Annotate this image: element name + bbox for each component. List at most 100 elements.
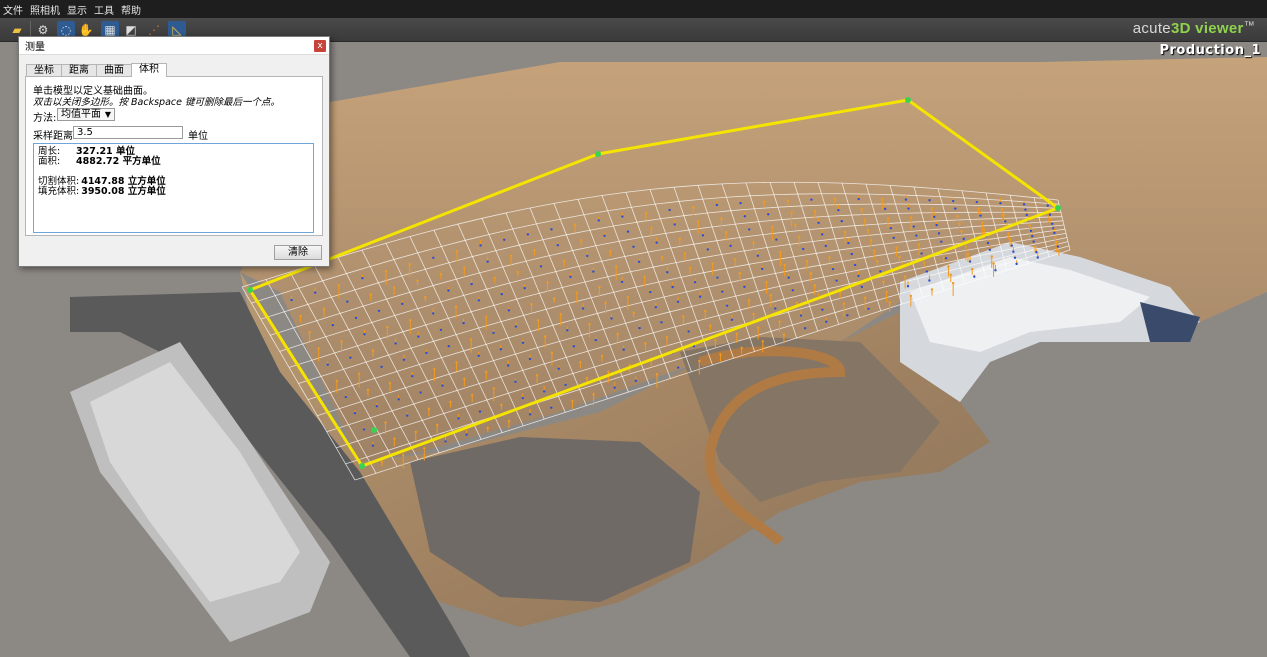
sampling-distance-input[interactable]: 3.5: [73, 126, 183, 139]
sample-point: [1032, 240, 1035, 243]
sample-point: [820, 233, 824, 236]
sample-point: [904, 198, 908, 201]
sample-point: [644, 342, 647, 345]
sample-point: [477, 299, 481, 302]
sample-point: [693, 280, 697, 284]
sample-point: [898, 256, 901, 259]
tab-volume[interactable]: 体积: [131, 63, 167, 77]
sample-point: [424, 295, 427, 299]
sample-point: [756, 254, 760, 257]
sample-point: [743, 215, 747, 218]
sample-point: [872, 249, 876, 252]
sample-point: [411, 374, 414, 378]
sample-point: [543, 335, 547, 338]
sample-point: [752, 241, 755, 244]
sample-point: [308, 331, 311, 334]
sample-point: [719, 353, 722, 356]
polygon-vertex[interactable]: [1055, 205, 1061, 211]
sample-point: [907, 207, 910, 210]
menu-display[interactable]: 显示: [67, 2, 87, 17]
app-brand: acute3D viewer™: [1132, 20, 1255, 37]
sample-point: [572, 345, 576, 348]
sample-point: [607, 370, 610, 373]
sample-point: [853, 263, 857, 267]
sample-point: [912, 225, 915, 228]
sample-point: [930, 207, 934, 210]
sample-point: [817, 221, 820, 224]
polygon-vertex[interactable]: [595, 151, 601, 157]
sample-point: [798, 235, 801, 239]
sample-point: [526, 233, 530, 236]
sample-point: [615, 265, 618, 268]
sample-point: [920, 252, 923, 255]
sample-point: [335, 379, 338, 383]
sampling-unit: 单位: [188, 131, 208, 142]
sample-point: [1053, 231, 1056, 235]
sample-point: [937, 232, 941, 235]
polygon-vertex[interactable]: [359, 463, 365, 469]
polygon-vertex[interactable]: [371, 427, 377, 433]
menu-file[interactable]: 文件: [3, 2, 23, 17]
polygon-vertex[interactable]: [247, 287, 253, 293]
sample-point: [613, 386, 616, 389]
sample-point: [478, 410, 482, 413]
method-value: 均值平面: [61, 109, 101, 120]
menu-help[interactable]: 帮助: [121, 2, 141, 17]
sample-point: [922, 261, 926, 264]
sample-point: [885, 290, 888, 294]
sample-point: [983, 228, 986, 231]
sample-point: [581, 307, 585, 310]
sample-point: [724, 231, 728, 234]
sample-point: [409, 319, 412, 322]
sample-point: [417, 335, 420, 338]
sample-point: [696, 220, 700, 223]
sample-point: [762, 200, 766, 203]
sample-point: [530, 303, 533, 306]
sample-point: [665, 336, 669, 339]
sample-point: [626, 230, 630, 233]
sample-point: [331, 323, 334, 327]
sample-point: [698, 359, 701, 363]
menu-camera[interactable]: 照相机: [30, 2, 60, 17]
menu-tools[interactable]: 工具: [94, 2, 114, 17]
sample-point: [402, 358, 406, 361]
sample-point: [886, 217, 890, 220]
sample-point: [1046, 204, 1049, 207]
sample-point: [860, 208, 863, 211]
sample-point: [779, 251, 782, 254]
sample-point: [1013, 256, 1017, 260]
sample-point: [392, 286, 396, 289]
close-button[interactable]: x: [314, 40, 326, 52]
method-select[interactable]: 均值平面 ▼: [57, 108, 115, 121]
sample-point: [431, 312, 435, 315]
sample-point: [1007, 232, 1010, 235]
sample-point: [783, 263, 786, 267]
sample-point: [344, 395, 348, 399]
sample-point: [620, 280, 624, 284]
sample-point: [992, 262, 995, 265]
dialog-title-bar[interactable]: 测量 x: [19, 37, 329, 55]
fill-volume-label: 填充体积:: [38, 186, 80, 197]
sample-point: [363, 332, 366, 336]
sample-point: [761, 340, 764, 343]
sample-point: [470, 282, 473, 286]
sample-point: [821, 308, 824, 311]
sample-point: [393, 437, 396, 440]
sample-point: [1055, 240, 1058, 244]
sample-point: [990, 255, 993, 258]
sample-point: [1049, 218, 1053, 221]
sample-point: [701, 234, 705, 237]
sample-point: [369, 293, 372, 296]
sample-point: [747, 299, 751, 302]
sample-point: [735, 332, 738, 335]
sample-point: [1002, 214, 1005, 217]
sample-point: [847, 241, 850, 245]
sample-point: [837, 208, 840, 212]
sample-point: [1012, 250, 1015, 253]
sample-point: [423, 446, 426, 450]
sample-point: [666, 271, 669, 274]
sample-point: [843, 230, 847, 234]
polygon-vertex[interactable]: [905, 97, 911, 103]
clear-button[interactable]: 清除: [274, 245, 322, 260]
sample-point: [503, 238, 506, 241]
